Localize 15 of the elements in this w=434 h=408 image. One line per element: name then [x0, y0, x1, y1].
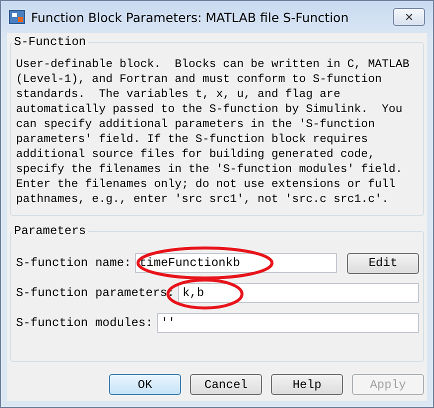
description-text: User-definable block. Blocks can be written in C, MATLAB (Level-1), and Fortran and must conform to S-function standards. The variables t, x, u, and flag are automatically passed to the S-function by Simulink. You can specify additional parameters in the 'S-function parameters' field. If the S-function block requires additional source files for building generated code, specify the filenames in the 'S-function modules' field. Enter the filenames only; do not use extensions or full pathnames, e.g., enter 'src src1', not 'src.c src1.c'. [16, 57, 410, 207]
input-field[interactable]: k,b [178, 283, 419, 303]
dialog-button[interactable]: Help [271, 374, 343, 395]
input-field[interactable]: timeFunctionkb [135, 253, 337, 273]
dialog-button[interactable]: Cancel [190, 374, 262, 395]
app-icon [9, 10, 25, 24]
group-title: S-Function [13, 35, 88, 49]
group-title: Parameters [13, 224, 88, 238]
edit-button[interactable]: Edit [347, 252, 419, 274]
close-button[interactable]: ✕ [393, 8, 425, 26]
input-field[interactable]: '' [156, 313, 419, 333]
field-label: S-function modules: [16, 316, 153, 330]
field-label: S-function name: [16, 256, 132, 270]
dialog-button[interactable]: OK [109, 374, 181, 395]
window-title: Function Block Parameters: MATLAB file S-Function [31, 10, 350, 24]
